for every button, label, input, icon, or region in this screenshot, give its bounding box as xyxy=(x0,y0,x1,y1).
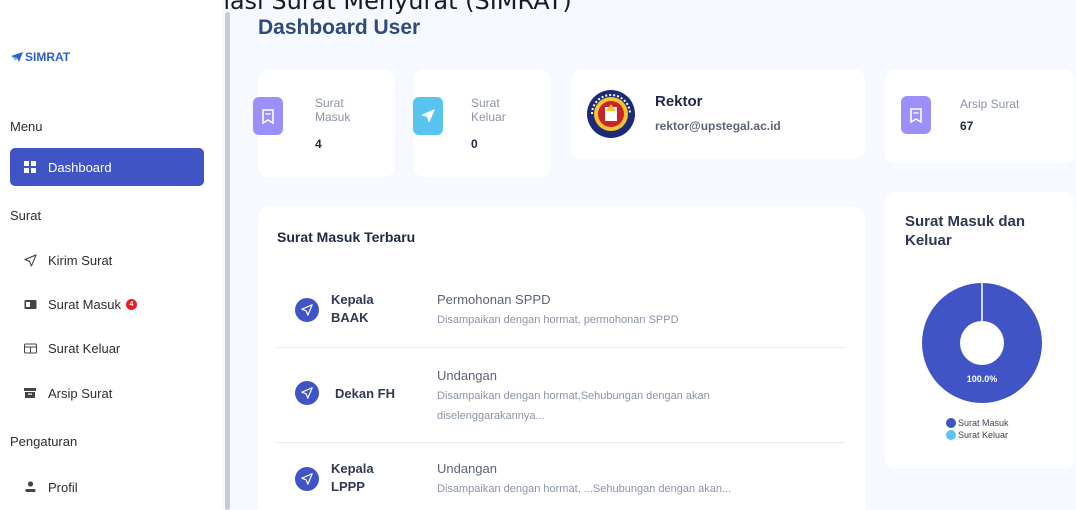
send-icon xyxy=(295,381,319,405)
logo[interactable]: SIMRAT xyxy=(10,50,70,64)
stat-label: Surat Keluar xyxy=(471,96,506,124)
letter-subject[interactable]: Permohonan SPPD xyxy=(437,292,550,307)
data-label: 100.0% xyxy=(967,374,998,384)
divider xyxy=(277,347,845,348)
user-icon xyxy=(22,479,38,495)
letter-subject[interactable]: Undangan xyxy=(437,368,497,383)
stat-label: Surat Masuk xyxy=(315,96,351,124)
section-pengaturan: Pengaturan xyxy=(10,434,78,449)
sidebar-item-profil[interactable]: Profil xyxy=(10,468,204,506)
sidebar-item-label: Kirim Surat xyxy=(48,252,113,268)
sidebar-item-label: Surat Masuk xyxy=(48,296,121,312)
legend-item-surat-keluar[interactable]: Surat Keluar xyxy=(946,430,1008,440)
archive-icon xyxy=(22,385,38,401)
legend-item-surat-masuk[interactable]: Surat Masuk xyxy=(946,418,1009,428)
send-icon xyxy=(413,97,443,135)
sender-name: Kepala LPPP xyxy=(331,461,374,494)
bookmark-icon xyxy=(901,96,931,134)
legend-label: Surat Keluar xyxy=(958,430,1009,440)
letter-preview: Disampaikan dengan hormat,Sehubungan den… xyxy=(437,390,710,422)
sidebar-item-label: Profil xyxy=(48,479,78,495)
sidebar-item-label: Arsip Surat xyxy=(48,385,113,401)
inbox-icon xyxy=(22,296,38,312)
sidebar-item-label: Dashboard xyxy=(48,159,112,175)
chart-title: Surat Masuk dan Keluar xyxy=(905,213,1026,249)
legend-label: Surat Masuk xyxy=(958,418,1009,428)
grid-icon xyxy=(22,159,38,175)
send-icon xyxy=(22,252,38,268)
letter-subject[interactable]: Undangan xyxy=(437,461,497,476)
letter-preview: Disampaikan dengan hormat, permohonan SP… xyxy=(437,314,679,326)
sender-name: Kepala BAAK xyxy=(331,292,374,325)
sender-name: Dekan FH xyxy=(335,386,395,401)
sidebar-item-label: Surat Keluar xyxy=(48,340,121,356)
sidebar-scrollbar[interactable] xyxy=(225,12,230,510)
profile-email: rektor@upstegal.ac.id xyxy=(655,119,781,133)
donut-hole xyxy=(960,321,1004,365)
incoming-title: Surat Masuk Terbaru xyxy=(277,229,416,245)
stat-value: 4 xyxy=(315,137,322,151)
legend-swatch xyxy=(946,430,956,440)
sidebar-item-arsip-surat[interactable]: Arsip Surat xyxy=(10,374,204,412)
stat-value: 67 xyxy=(960,119,974,133)
section-menu: Menu xyxy=(10,119,43,134)
stat-value: 0 xyxy=(471,137,478,151)
notification-badge: 4 xyxy=(125,298,137,310)
send-icon xyxy=(295,467,319,491)
sidebar: SIMRAT Menu Dashboard Surat Kirim Surat … xyxy=(0,0,222,510)
section-surat: Surat xyxy=(10,208,42,223)
outbox-icon xyxy=(22,340,38,356)
sidebar-item-surat-masuk[interactable]: Surat Masuk 4 xyxy=(10,285,204,323)
legend-swatch xyxy=(946,418,956,428)
logo-text: SIMRAT xyxy=(25,50,71,64)
divider xyxy=(277,442,845,443)
profile-name: Rektor xyxy=(655,93,703,110)
send-icon xyxy=(295,298,319,322)
stat-label: Arsip Surat xyxy=(960,97,1020,111)
university-logo xyxy=(586,89,636,139)
logo-icon xyxy=(11,52,23,62)
sidebar-item-surat-keluar[interactable]: Surat Keluar xyxy=(10,329,204,367)
letter-preview: Disampaikan dengan hormat, ...Sehubungan… xyxy=(437,483,732,495)
pie-chart: 100.0% xyxy=(922,283,1042,403)
bookmark-icon xyxy=(253,97,283,135)
sidebar-item-kirim-surat[interactable]: Kirim Surat xyxy=(10,241,204,279)
page-title: Dashboard User xyxy=(258,16,421,39)
sidebar-item-dashboard[interactable]: Dashboard xyxy=(10,148,204,186)
